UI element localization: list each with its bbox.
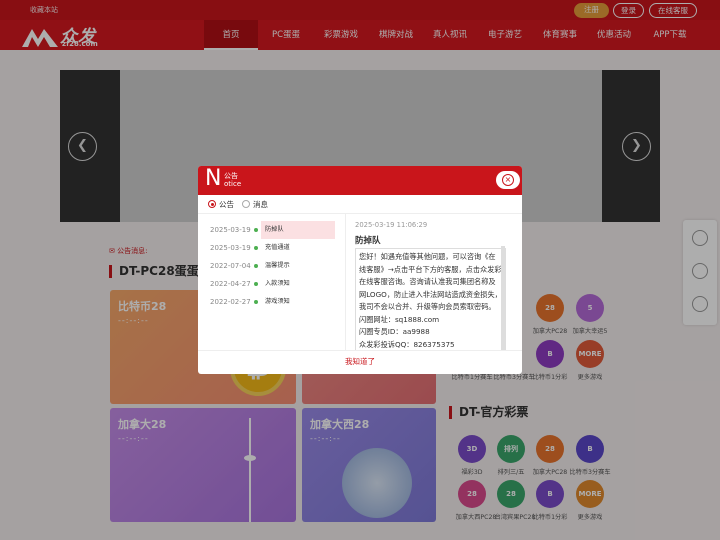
- modal-header-letter: N: [205, 166, 222, 191]
- tab-notice-radio[interactable]: [208, 200, 216, 208]
- notice-title: 入款须知: [265, 280, 290, 287]
- notice-date: 2022-02-27: [210, 298, 251, 306]
- status-dot: [254, 228, 258, 232]
- detail-scrollbar[interactable]: [501, 246, 505, 351]
- notice-title: 温馨提示: [265, 262, 290, 269]
- detail-body-text: 您好！如遇充值等其他问题，可以咨询《在线客服》→点击平台下方的客服，点击众发彩在…: [359, 252, 502, 349]
- notice-title: 游戏须知: [265, 298, 290, 305]
- modal-header-subtitle: otice: [224, 180, 242, 188]
- status-dot: [254, 246, 258, 250]
- tab-notice[interactable]: 公告: [219, 199, 234, 210]
- modal-header: N 公告 otice ×: [198, 166, 522, 195]
- tab-message[interactable]: 消息: [253, 199, 268, 210]
- status-dot: [254, 282, 258, 286]
- notice-list: 2025-03-19 防掉队 2025-03-19 充值通道 2022-07-04 温…: [198, 214, 346, 350]
- detail-date: 2025-03-19 11:06:29: [355, 221, 428, 229]
- detail-body[interactable]: 您好！如遇充值等其他问题，可以咨询《在线客服》→点击平台下方的客服，点击众发彩在…: [355, 248, 506, 351]
- notice-date: 2025-03-19: [210, 244, 251, 252]
- notice-list-item[interactable]: 2022-04-27 入款须知: [198, 275, 346, 293]
- notice-date: 2022-04-27: [210, 280, 251, 288]
- modal-close-button[interactable]: ×: [496, 171, 520, 189]
- notice-list-item[interactable]: 2022-02-27 游戏须知: [198, 293, 346, 311]
- notice-list-item[interactable]: 2025-03-19 充值通道: [198, 239, 346, 257]
- detail-title: 防掉队: [355, 236, 381, 246]
- notice-date: 2022-07-04: [210, 262, 251, 270]
- acknowledge-button[interactable]: 我知道了: [198, 350, 522, 374]
- status-dot: [254, 264, 258, 268]
- notice-list-item[interactable]: 2025-03-19 防掉队: [198, 221, 346, 239]
- notice-modal: N 公告 otice × 公告 消息 2025-03-19 防掉队 2025-03…: [198, 166, 522, 374]
- notice-date: 2025-03-19: [210, 226, 251, 234]
- notice-detail: 2025-03-19 11:06:29 防掉队 您好！如遇充值等其他问题，可以咨…: [355, 221, 515, 351]
- modal-tabs: 公告 消息: [198, 195, 522, 214]
- tab-message-radio[interactable]: [242, 200, 250, 208]
- notice-title: 充值通道: [265, 244, 290, 251]
- notice-list-item[interactable]: 2022-07-04 温馨提示: [198, 257, 346, 275]
- close-icon: ×: [502, 174, 514, 186]
- notice-title: 防掉队: [261, 221, 335, 239]
- status-dot: [254, 300, 258, 304]
